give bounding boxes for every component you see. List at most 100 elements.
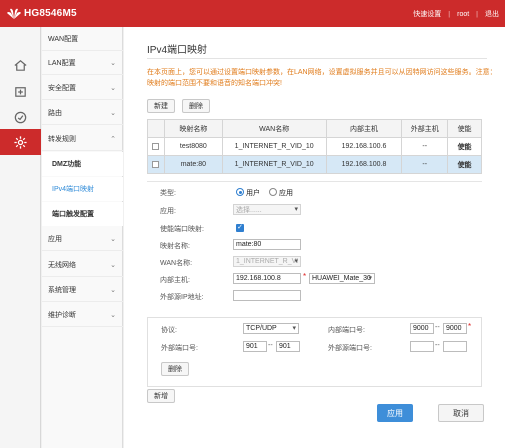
external-port-end[interactable]: 901 — [276, 341, 300, 352]
enable-label: 使能端口映射: — [160, 226, 204, 233]
logout-link[interactable]: 退出 — [485, 9, 499, 19]
quick-setup-link[interactable]: 快速设置 — [413, 9, 441, 19]
table-header-row: 映射名称 WAN名称 内部主机 外部主机 使能 — [147, 119, 482, 138]
add-icon — [15, 86, 26, 97]
port-range-dash: -- — [268, 342, 273, 349]
row-checkbox[interactable] — [152, 142, 160, 150]
nav-lan[interactable]: LAN配置 ⌄ — [42, 51, 123, 75]
type-app-radio[interactable] — [269, 188, 277, 196]
status-nav[interactable] — [0, 104, 41, 130]
user-link[interactable]: root — [457, 11, 469, 18]
nav-route[interactable]: 路由 ⌄ — [42, 101, 123, 125]
row-wan: 1_INTERNET_R_VID_10 — [221, 155, 327, 174]
external-port-start[interactable]: 901 — [243, 341, 267, 352]
chevron-down-icon: ⌄ — [110, 85, 116, 92]
port-settings: 协议: TCP/UDP 内部端口号: 9000 -- 9000 * 外部端口号:… — [147, 317, 482, 387]
cancel-button[interactable]: 取消 — [438, 404, 484, 422]
status-icon — [14, 111, 27, 123]
main-content: IPv4端口映射 在本页面上，您可以通过设置端口映射参数，在LAN网络，设置虚拟… — [124, 27, 505, 448]
internal-host-value: 192.168.100.8 — [236, 275, 281, 282]
home-nav[interactable] — [0, 52, 41, 78]
huawei-logo-icon — [7, 8, 21, 19]
external-src-port-start[interactable] — [410, 341, 434, 352]
internal-host-input[interactable]: 192.168.100.8 — [233, 273, 301, 284]
page-title: IPv4端口映射 — [147, 45, 208, 56]
col-internal-host: 内部主机 — [325, 119, 403, 138]
nav-wireless[interactable]: 无线网络 ⌄ — [42, 253, 123, 277]
add-nav[interactable] — [0, 78, 41, 104]
port-delete-button[interactable]: 删除 — [161, 362, 189, 376]
row-enable: 使能 — [447, 155, 482, 174]
enable-checkbox[interactable]: ✓ — [236, 224, 244, 232]
internal-port-end[interactable]: 9000 — [443, 323, 467, 334]
row-internal-host: 192.168.100.6 — [325, 137, 403, 156]
protocol-select[interactable]: TCP/UDP — [243, 323, 299, 334]
app-label: 应用: — [160, 208, 176, 215]
external-src-port-label: 外部源端口号: — [328, 345, 372, 352]
chevron-down-icon: ⌄ — [110, 60, 116, 67]
internal-host-select[interactable]: HUAWEI_Mate_30 — [309, 273, 375, 284]
chevron-down-icon: ⌄ — [110, 262, 116, 269]
nav-label: 端口触发配置 — [52, 211, 94, 218]
external-ip-input[interactable] — [233, 290, 301, 301]
port-range-dash: -- — [435, 324, 440, 331]
advanced-nav[interactable] — [0, 129, 41, 155]
nav-port-trigger[interactable]: 端口触发配置 — [42, 202, 123, 226]
internal-port-end-value: 9000 — [446, 325, 462, 332]
type-label: 类型: — [160, 190, 176, 197]
gear-icon — [14, 135, 27, 149]
nav-forward[interactable]: 转发规则 ⌃ — [42, 127, 123, 151]
row-select-cell — [147, 155, 165, 174]
top-links: 快速设置 | root | 退出 — [406, 9, 499, 19]
home-icon — [14, 59, 27, 71]
required-mark: * — [303, 272, 307, 281]
nav-application[interactable]: 应用 ⌄ — [42, 227, 123, 251]
nav-label: IPv4端口映射 — [52, 186, 95, 193]
nav-label: 安全配置 — [48, 84, 76, 92]
external-port-end-value: 901 — [279, 343, 291, 350]
nav-label: DMZ功能 — [52, 161, 82, 168]
nav-system[interactable]: 系统管理 ⌄ — [42, 278, 123, 302]
app-select[interactable]: 选择...... — [233, 204, 301, 215]
wan-select[interactable]: 1_INTERNET_R_VI — [233, 256, 301, 267]
nav-security[interactable]: 安全配置 ⌄ — [42, 76, 123, 100]
chevron-down-icon: ⌄ — [110, 236, 116, 243]
nav-label: 应用 — [48, 235, 62, 243]
internal-host-label: 内部主机: — [160, 277, 190, 284]
nav-label: LAN配置 — [48, 59, 76, 67]
nav-ipv4-port-mapping[interactable]: IPv4端口映射 — [42, 177, 123, 201]
table-row[interactable]: test8080 1_INTERNET_R_VID_10 192.168.100… — [147, 137, 482, 156]
protocol-value: TCP/UDP — [246, 325, 277, 332]
divider — [147, 58, 487, 59]
name-label: 映射名称: — [160, 243, 190, 250]
name-input[interactable]: mate:80 — [233, 239, 301, 250]
row-checkbox[interactable] — [152, 160, 160, 168]
icon-sidebar — [0, 27, 41, 448]
col-enable: 使能 — [447, 119, 482, 138]
table-row[interactable]: mate:80 1_INTERNET_R_VID_10 192.168.100.… — [147, 155, 482, 174]
nav-diagnosis[interactable]: 维护诊断 ⌄ — [42, 303, 123, 327]
apply-button[interactable]: 应用 — [377, 404, 413, 422]
type-user-label: 用户 — [246, 190, 260, 197]
type-user-radio[interactable] — [236, 188, 244, 196]
new-button[interactable]: 新建 — [147, 99, 175, 113]
col-wan: WAN名称 — [221, 119, 327, 138]
name-input-value: mate:80 — [236, 241, 262, 248]
wan-select-value: 1_INTERNET_R_VI — [236, 258, 299, 265]
delete-button[interactable]: 删除 — [182, 99, 210, 113]
internal-port-label: 内部端口号: — [328, 327, 365, 334]
nav-dmz[interactable]: DMZ功能 — [42, 152, 123, 176]
nav-label: WAN配置 — [48, 35, 79, 43]
nav-menu: WAN配置 LAN配置 ⌄ 安全配置 ⌄ 路由 ⌄ 转发规则 ⌃ DMZ功能 IPv4端… — [42, 27, 123, 448]
internal-host-select-value: HUAWEI_Mate_30 — [312, 275, 371, 282]
internal-port-start[interactable]: 9000 — [410, 323, 434, 334]
external-port-label: 外部端口号: — [161, 345, 198, 352]
add-port-button[interactable]: 新增 — [147, 389, 175, 403]
chevron-up-icon: ⌃ — [110, 136, 116, 143]
row-name: mate:80 — [163, 155, 223, 174]
app-select-value: 选择...... — [236, 206, 262, 214]
row-internal-host: 192.168.100.8 — [325, 155, 403, 174]
external-src-port-end[interactable] — [443, 341, 467, 352]
brand-title: HG8546M5 — [24, 8, 77, 19]
nav-wan[interactable]: WAN配置 — [42, 27, 123, 51]
